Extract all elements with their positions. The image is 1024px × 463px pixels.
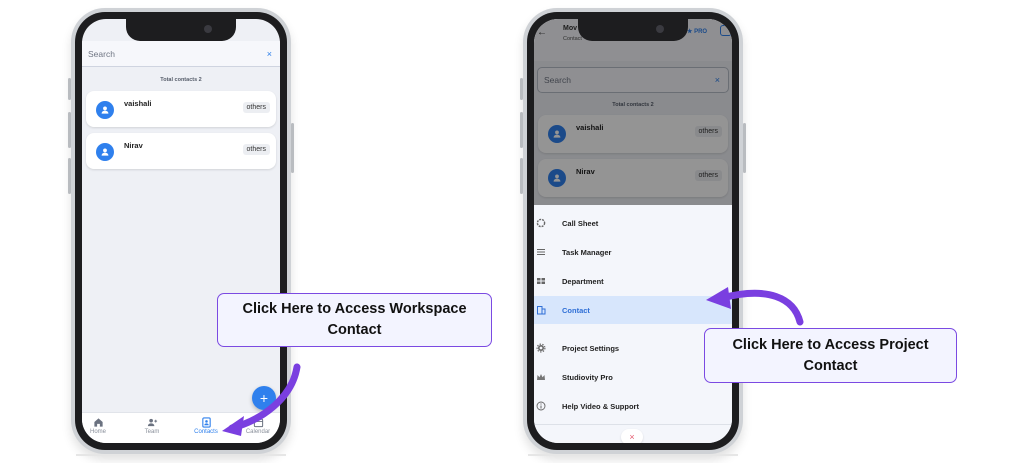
contact-name: vaishali [124,99,152,108]
contact-name: Nirav [124,141,143,150]
left-phone-frame: Search × Total contacts 2 vaishali other… [68,8,294,454]
menu-item-contact[interactable]: Contact [534,296,732,324]
person-icon [101,106,109,114]
team-icon [147,418,157,427]
nav-home[interactable]: Home [82,417,118,435]
nav-contacts[interactable]: Contacts [186,417,226,435]
total-contacts-label: Total contacts 2 [160,77,202,83]
info-icon [536,401,546,411]
clear-search-icon[interactable]: × [267,49,272,59]
contact-tag: others [242,102,270,113]
grid-icon [537,278,545,284]
contact-card[interactable]: vaishali others [86,91,276,127]
search-input[interactable]: Search [88,49,115,59]
left-phone-screen: Search × Total contacts 2 vaishali other… [82,19,280,443]
project-contact-callout: Click Here to Access Project Contact [704,328,957,383]
right-phone-frame: ← Mov Contact ★ PRO Search × Total conta… [520,8,746,454]
building-icon [537,306,546,315]
right-phone-screen: ← Mov Contact ★ PRO Search × Total conta… [534,19,732,443]
contacts-icon [201,417,211,428]
gear-icon [536,343,546,353]
menu-item-department[interactable]: Department [534,267,732,295]
clapper-icon [536,218,546,228]
workspace-contact-callout: Click Here to Access Workspace Contact [217,293,492,347]
avatar [96,101,114,119]
calendar-icon [253,418,263,428]
nav-team[interactable]: Team [132,417,172,435]
overlay-dim[interactable] [534,19,732,205]
menu-item-task-manager[interactable]: Task Manager [534,238,732,266]
menu-item-call-sheet[interactable]: Call Sheet [534,209,732,237]
contact-card[interactable]: Nirav others [86,133,276,169]
nav-calendar[interactable]: Calendar [238,417,278,435]
search-bar[interactable]: Search × [82,41,280,67]
home-icon [93,418,103,427]
menu-item-help-video-support[interactable]: Help Video & Support [534,392,732,420]
close-menu-button[interactable]: × [621,429,643,443]
project-menu-sheet: Call Sheet Task Manager Department Conta… [534,205,732,443]
person-icon [101,148,109,156]
crown-icon [537,374,545,380]
add-contact-button[interactable]: + [252,386,276,410]
menu-item-studiovity-pro[interactable]: Studiovity Pro [534,363,732,391]
list-icon [537,249,545,255]
contact-tag: others [242,144,270,155]
menu-item-project-settings[interactable]: Project Settings [534,334,732,362]
bottom-navigation: Home Team Contacts Calendar [82,412,280,443]
avatar [96,143,114,161]
